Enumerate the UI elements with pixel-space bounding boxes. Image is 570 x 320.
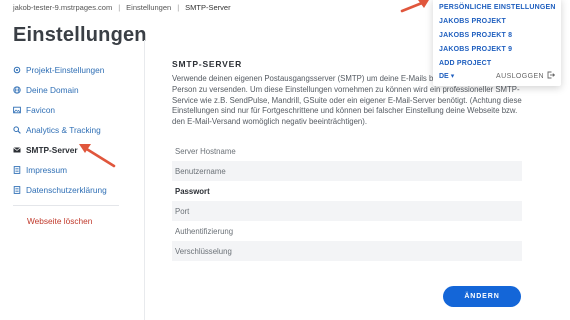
globe-icon — [13, 86, 21, 94]
sidebar-item-analytics-tracking[interactable]: Analytics & Tracking — [13, 120, 121, 140]
password-field[interactable] — [175, 186, 522, 196]
sidebar-item-projekt-einstellungen[interactable]: Projekt-Einstellungen — [13, 60, 121, 80]
save-button[interactable]: ÄNDERN — [443, 286, 521, 307]
menu-item-personal-settings[interactable]: PERSÖNLICHE EINSTELLUNGEN — [439, 4, 556, 11]
vertical-divider — [144, 40, 145, 320]
hostname-field[interactable] — [175, 146, 522, 156]
sidebar-item-label: Projekt-Einstellungen — [26, 65, 105, 75]
menu-item-project[interactable]: JAKOBS PROJEKT — [439, 18, 506, 25]
authentication-row — [172, 221, 522, 241]
document-icon — [13, 186, 21, 194]
sidebar-item-label: Deine Domain — [26, 85, 79, 95]
username-row — [172, 161, 522, 181]
sidebar-item-label: Datenschutzerklärung — [26, 185, 107, 195]
breadcrumb-separator: | — [118, 3, 121, 12]
menu-item-project-9[interactable]: JAKOBS PROJEKT 9 — [439, 46, 512, 53]
encryption-row — [172, 241, 522, 261]
authentication-field[interactable] — [175, 226, 522, 236]
image-icon — [13, 106, 21, 114]
delete-website-link[interactable]: Webseite löschen — [13, 216, 121, 226]
sidebar-item-impressum[interactable]: Impressum — [13, 160, 121, 180]
sidebar-item-deine-domain[interactable]: Deine Domain — [13, 80, 121, 100]
account-dropdown: PERSÖNLICHE EINSTELLUNGEN JAKOBS PROJEKT… — [433, 0, 561, 86]
sidebar-item-label: SMTP-Server — [26, 145, 78, 155]
port-row — [172, 201, 522, 221]
document-icon — [13, 166, 21, 174]
breadcrumb-separator: | — [177, 3, 180, 12]
breadcrumb: jakob-tester-9.mstrpages.com | Einstellu… — [13, 3, 231, 12]
smtp-form — [172, 141, 522, 261]
sidebar-item-smtp-server[interactable]: SMTP-Server — [13, 140, 121, 160]
logout-button[interactable]: AUSLOGGEN — [496, 71, 556, 81]
sidebar: Projekt-Einstellungen Deine Domain Favic… — [13, 60, 121, 226]
sidebar-item-favicon[interactable]: Favicon — [13, 100, 121, 120]
logout-icon — [547, 71, 556, 81]
encryption-field[interactable] — [175, 246, 522, 256]
menu-item-add-project[interactable]: ADD PROJECT — [439, 60, 491, 67]
mail-icon — [13, 146, 21, 154]
password-row — [172, 181, 522, 201]
language-selector[interactable]: DE ▾ — [439, 72, 455, 81]
annotation-arrow-icon — [400, 0, 429, 13]
sidebar-item-label: Favicon — [26, 105, 56, 115]
search-icon — [13, 126, 21, 134]
sidebar-divider — [13, 205, 119, 206]
breadcrumb-site[interactable]: jakob-tester-9.mstrpages.com — [13, 3, 112, 12]
breadcrumb-section[interactable]: Einstellungen — [126, 3, 171, 12]
caret-down-icon: ▾ — [450, 73, 455, 80]
username-field[interactable] — [175, 166, 522, 176]
menu-item-project-8[interactable]: JAKOBS PROJEKT 8 — [439, 32, 512, 39]
logout-label: AUSLOGGEN — [496, 72, 544, 80]
sidebar-item-label: Analytics & Tracking — [26, 125, 101, 135]
sidebar-item-label: Impressum — [26, 165, 68, 175]
hostname-row — [172, 141, 522, 161]
gear-icon — [13, 66, 21, 74]
breadcrumb-current: SMTP-Server — [185, 3, 231, 12]
dropdown-footer: DE ▾ AUSLOGGEN — [439, 71, 556, 81]
port-field[interactable] — [175, 206, 522, 216]
language-label: DE — [439, 72, 449, 80]
page-title: Einstellungen — [13, 24, 147, 46]
section-title: SMTP-SERVER — [172, 59, 243, 69]
sidebar-item-datenschutzerklaerung[interactable]: Datenschutzerklärung — [13, 180, 121, 200]
